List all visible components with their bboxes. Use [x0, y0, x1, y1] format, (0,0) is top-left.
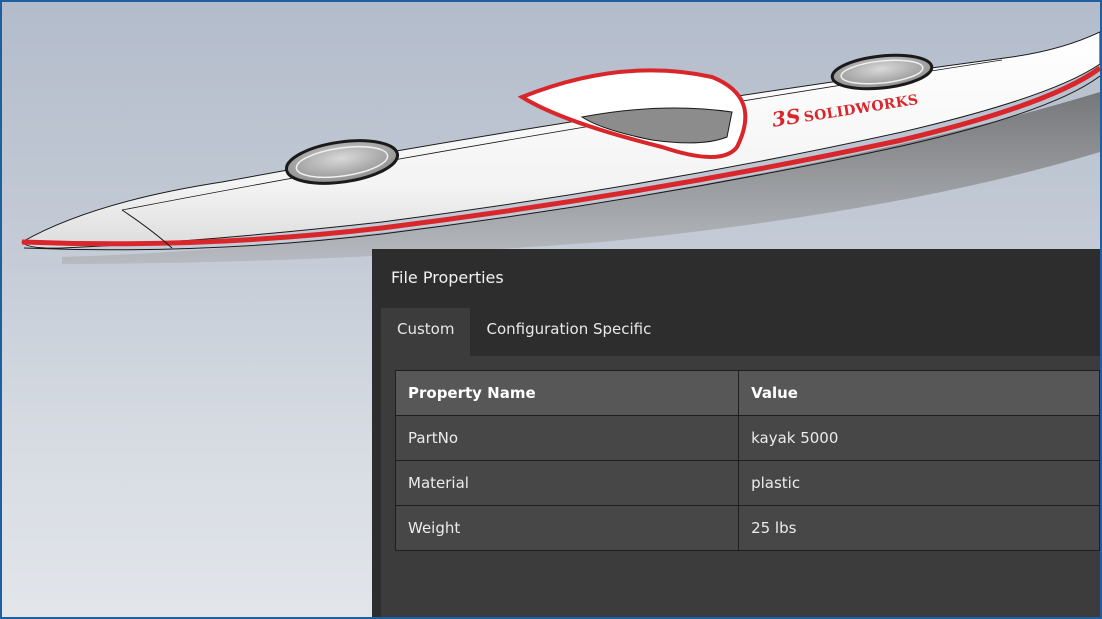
tab-configuration-specific[interactable]: Configuration Specific [470, 308, 667, 356]
table-row[interactable]: PartNo kayak 5000 [394, 415, 1100, 461]
property-name-cell[interactable]: PartNo [394, 415, 740, 461]
column-header-property-name[interactable]: Property Name [394, 370, 740, 416]
tab-custom[interactable]: Custom [381, 308, 471, 356]
column-header-value[interactable]: Value [738, 370, 1100, 416]
table-header-row: Property Name Value [394, 370, 1100, 416]
property-name-cell[interactable]: Weight [394, 505, 740, 551]
property-tabs: Custom Configuration Specific [381, 308, 667, 356]
property-value-cell[interactable]: plastic [738, 460, 1100, 506]
app-frame: 3SSOLIDWORKS File Properties Custom Conf… [0, 0, 1102, 619]
property-name-cell[interactable]: Material [394, 460, 740, 506]
table-row[interactable]: Weight 25 lbs [394, 505, 1100, 551]
file-properties-panel: File Properties Custom Configuration Spe… [372, 249, 1100, 617]
panel-title: File Properties [391, 268, 504, 287]
properties-table: Property Name Value PartNo kayak 5000 Ma… [394, 370, 1100, 551]
property-value-cell[interactable]: kayak 5000 [738, 415, 1100, 461]
tab-content: Property Name Value PartNo kayak 5000 Ma… [381, 356, 1100, 617]
property-value-cell[interactable]: 25 lbs [738, 505, 1100, 551]
table-row[interactable]: Material plastic [394, 460, 1100, 506]
ds-logo-mark: 3S [770, 103, 803, 132]
